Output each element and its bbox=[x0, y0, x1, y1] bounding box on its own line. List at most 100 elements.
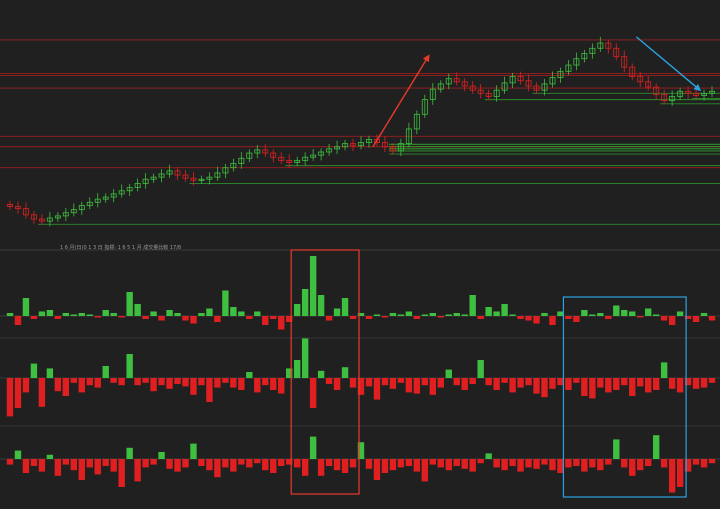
indicator-bar bbox=[549, 378, 556, 389]
indicator-bar bbox=[413, 378, 421, 394]
indicator-bar bbox=[493, 311, 500, 316]
indicator-bar bbox=[613, 378, 620, 390]
indicator-bar bbox=[589, 314, 596, 316]
indicator-bar bbox=[429, 459, 436, 465]
indicator-bar bbox=[198, 378, 205, 386]
indicator-bar bbox=[469, 378, 476, 384]
indicator-bar bbox=[134, 459, 141, 482]
indicator-bar bbox=[437, 316, 444, 318]
indicator-bar bbox=[6, 378, 14, 417]
indicator-bar bbox=[222, 290, 229, 316]
indicator-bar bbox=[206, 378, 213, 402]
indicator-bar bbox=[389, 459, 397, 471]
indicator-bar bbox=[652, 435, 660, 459]
indicator-bar bbox=[94, 316, 101, 318]
indicator-bar bbox=[509, 314, 516, 316]
panel-label-area bbox=[0, 258, 160, 264]
indicator-bar bbox=[110, 378, 117, 383]
indicator-bar bbox=[182, 316, 189, 321]
indicator-bar bbox=[573, 459, 580, 466]
indicator-bar bbox=[94, 378, 101, 388]
indicator-bar bbox=[126, 354, 133, 378]
indicator-bar bbox=[166, 459, 173, 469]
indicator-bar bbox=[405, 459, 413, 466]
indicator-bar bbox=[365, 316, 373, 319]
indicator-bar bbox=[533, 459, 540, 469]
indicator-bar bbox=[198, 459, 205, 466]
indicator-bar bbox=[182, 459, 189, 468]
indicator-bar bbox=[6, 459, 14, 465]
indicator-bar bbox=[262, 459, 269, 471]
indicator-bar bbox=[509, 378, 516, 393]
indicator-bar bbox=[150, 459, 157, 465]
indicator-bar bbox=[270, 459, 277, 473]
indicator-bar bbox=[317, 295, 325, 316]
indicator-bar bbox=[692, 316, 700, 322]
indicator-bar bbox=[46, 310, 54, 316]
indicator-bar bbox=[700, 313, 708, 316]
indicator-bar bbox=[429, 378, 436, 395]
indicator-bar bbox=[485, 453, 492, 459]
indicator-bar bbox=[429, 313, 436, 316]
indicator-bar bbox=[708, 378, 716, 383]
indicator-bar bbox=[660, 459, 668, 468]
indicator-bar bbox=[102, 310, 109, 316]
indicator-bar bbox=[102, 459, 109, 466]
indicator-bar bbox=[325, 378, 333, 384]
indicator-bar bbox=[317, 370, 325, 378]
indicator-bar bbox=[692, 459, 700, 465]
indicator-bar bbox=[477, 360, 484, 378]
indicator-bar bbox=[333, 459, 341, 471]
indicator-bar bbox=[214, 316, 221, 322]
indicator-bar bbox=[301, 289, 309, 316]
indicator-bar bbox=[325, 316, 333, 321]
indicator-bar bbox=[700, 378, 708, 388]
indicator-bar bbox=[613, 439, 620, 459]
indicator-bar bbox=[469, 459, 476, 472]
indicator-bar bbox=[62, 313, 70, 316]
indicator-bar bbox=[557, 459, 564, 473]
indicator-bar bbox=[581, 310, 588, 316]
indicator-bar bbox=[533, 378, 540, 394]
indicator-bar bbox=[660, 362, 668, 378]
indicator-bar bbox=[158, 452, 165, 459]
indicator-bar bbox=[668, 378, 676, 389]
indicator-bar bbox=[525, 316, 532, 321]
indicator-bar bbox=[182, 378, 189, 387]
indicator-bar bbox=[126, 447, 133, 459]
indicator-bar bbox=[541, 378, 548, 398]
indicator-bar bbox=[501, 378, 508, 383]
indicator-bar bbox=[397, 459, 405, 468]
indicator-bar bbox=[174, 378, 181, 384]
indicator-bar bbox=[174, 459, 181, 472]
indicator-bar bbox=[230, 459, 237, 472]
indicator-bar bbox=[676, 378, 684, 393]
indicator-bar bbox=[86, 459, 93, 468]
indicator-bar bbox=[573, 378, 580, 383]
indicator-bar bbox=[509, 459, 516, 466]
indicator-bar bbox=[293, 304, 301, 316]
indicator-bar bbox=[254, 311, 261, 316]
indicator-bar bbox=[62, 378, 70, 396]
indicator-bar bbox=[461, 314, 468, 316]
indicator-bar bbox=[461, 459, 468, 469]
indicator-bar bbox=[238, 311, 245, 316]
indicator-bar bbox=[437, 378, 444, 388]
indicator-bar bbox=[22, 378, 30, 393]
indicator-bar bbox=[238, 378, 245, 390]
indicator-bar bbox=[54, 378, 62, 392]
indicator-bar bbox=[629, 311, 636, 316]
indicator-bar bbox=[525, 459, 532, 468]
indicator-bar bbox=[309, 256, 317, 316]
indicator-bar bbox=[190, 443, 197, 459]
indicator-bar bbox=[676, 459, 684, 487]
indicator-bar bbox=[309, 378, 317, 408]
indicator-bar bbox=[78, 313, 85, 316]
indicator-bar bbox=[469, 295, 476, 316]
indicator-bar bbox=[557, 311, 564, 316]
indicator-bar bbox=[381, 316, 389, 318]
indicator-bar bbox=[573, 316, 580, 322]
indicator-bar bbox=[549, 316, 556, 325]
indicator-bar bbox=[397, 378, 405, 383]
indicator-bar bbox=[70, 378, 77, 383]
